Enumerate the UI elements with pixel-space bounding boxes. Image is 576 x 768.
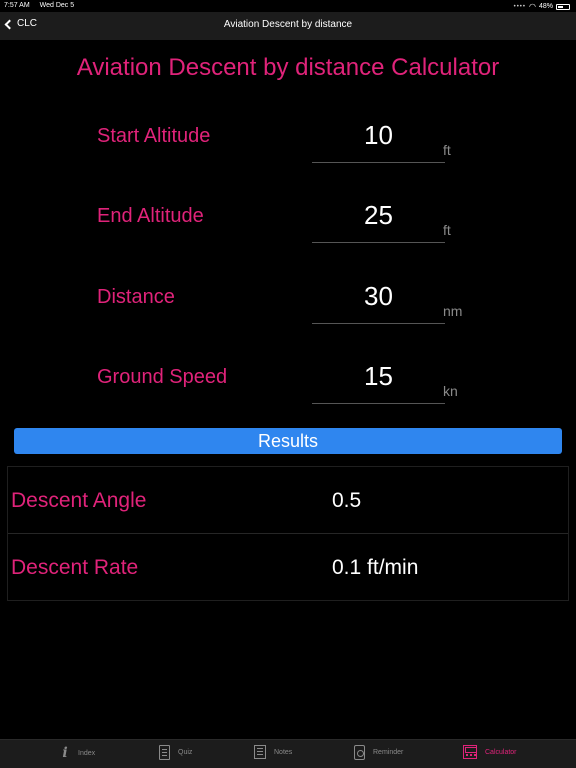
tab-notes[interactable]: Notes — [254, 745, 292, 759]
calculator-icon — [463, 745, 477, 759]
field-distance: Distance 30 nm — [0, 281, 576, 341]
end-altitude-input[interactable]: 25 — [312, 200, 445, 231]
field-label: Ground Speed — [97, 366, 228, 388]
wifi-icon: ◠ — [529, 2, 536, 11]
input-underline — [312, 162, 445, 163]
field-start-altitude: Start Altitude 10 ft — [0, 120, 576, 180]
input-underline — [312, 242, 445, 243]
battery-icon — [556, 3, 570, 10]
field-label: Start Altitude — [97, 125, 211, 147]
result-row-descent-angle: Descent Angle 0.5 — [8, 467, 568, 534]
status-date: Wed Dec 5 — [39, 2, 75, 9]
status-right: •••• ◠ 48% — [514, 2, 570, 11]
tab-bar: i Index Quiz Notes Reminder Calculator — [0, 739, 576, 768]
tab-label: Reminder — [373, 749, 404, 756]
field-ground-speed: Ground Speed 15 kn — [0, 361, 576, 421]
result-label: Descent Rate — [11, 556, 139, 579]
tab-calculator[interactable]: Calculator — [463, 745, 517, 759]
result-row-descent-rate: Descent Rate 0.1 ft/min — [8, 534, 568, 601]
result-value: 0.1 ft/min — [332, 556, 419, 579]
tab-reminder[interactable]: Reminder — [354, 745, 403, 760]
nav-title: Aviation Descent by distance — [223, 19, 353, 30]
tab-label: Index — [78, 749, 96, 757]
input-underline — [312, 323, 445, 324]
battery-percent: 48% — [538, 3, 553, 10]
results-button[interactable]: Results — [14, 428, 562, 454]
tab-quiz[interactable]: Quiz — [159, 745, 192, 760]
status-left: 7:57 AM Wed Dec 5 — [4, 2, 82, 9]
navigation-bar: CLC Aviation Descent by distance — [0, 12, 576, 40]
start-altitude-input[interactable]: 10 — [312, 120, 445, 151]
tab-label: Notes — [274, 748, 293, 756]
tab-label: Calculator — [485, 748, 517, 756]
unit-label: ft — [443, 222, 451, 238]
reminder-icon — [354, 745, 365, 760]
tab-index[interactable]: i Index — [60, 745, 95, 761]
info-icon: i — [62, 745, 68, 761]
unit-label: nm — [443, 303, 463, 319]
result-label: Descent Angle — [11, 489, 147, 512]
unit-label: ft — [443, 142, 451, 158]
results-table: Descent Angle 0.5 Descent Rate 0.1 ft/mi… — [7, 466, 569, 601]
quiz-icon — [159, 745, 170, 760]
result-value: 0.5 — [332, 489, 362, 512]
distance-input[interactable]: 30 — [312, 281, 445, 312]
tab-label: Quiz — [178, 749, 193, 756]
ground-speed-input[interactable]: 15 — [312, 361, 445, 392]
notes-icon — [254, 745, 266, 759]
field-label: End Altitude — [97, 205, 204, 227]
status-bar: 7:57 AM Wed Dec 5 •••• ◠ 48% — [0, 0, 576, 12]
field-label: Distance — [97, 286, 175, 308]
field-end-altitude: End Altitude 25 ft — [0, 200, 576, 260]
cellular-dots-icon: •••• — [513, 3, 526, 10]
unit-label: kn — [443, 383, 458, 399]
input-underline — [312, 403, 445, 404]
page-title: Aviation Descent by distance Calculator — [76, 54, 500, 81]
status-time: 7:57 AM — [4, 2, 30, 9]
